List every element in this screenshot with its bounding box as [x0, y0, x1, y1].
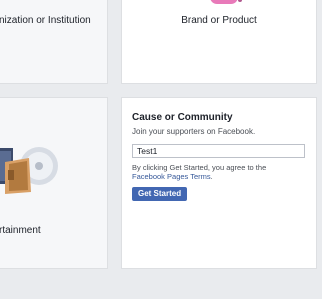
terms-text: By clicking Get Started, you agree to th… — [132, 163, 312, 181]
terms-suffix: . — [210, 172, 213, 181]
terms-prefix: By clicking Get Started, you agree to th… — [132, 163, 267, 172]
brand-product-icon — [210, 0, 242, 4]
category-label-organization: nization or Institution — [0, 15, 91, 26]
terms-link[interactable]: Facebook Pages Terms — [132, 172, 211, 181]
card-title: Cause or Community — [132, 112, 233, 123]
page-name-input[interactable] — [132, 144, 305, 158]
category-label-brand: Brand or Product — [181, 15, 257, 26]
get-started-button[interactable]: Get Started — [132, 187, 188, 201]
category-card-entertainment[interactable]: rtainment — [0, 97, 108, 269]
card-subtitle: Join your supporters on Facebook. — [132, 127, 256, 136]
category-card-cause: Cause or Community Join your supporters … — [121, 97, 317, 269]
category-label-entertainment: rtainment — [0, 225, 41, 236]
category-card-brand[interactable]: Brand or Product — [121, 0, 317, 84]
category-card-organization[interactable]: nization or Institution — [0, 0, 108, 84]
entertainment-icon — [0, 147, 58, 194]
